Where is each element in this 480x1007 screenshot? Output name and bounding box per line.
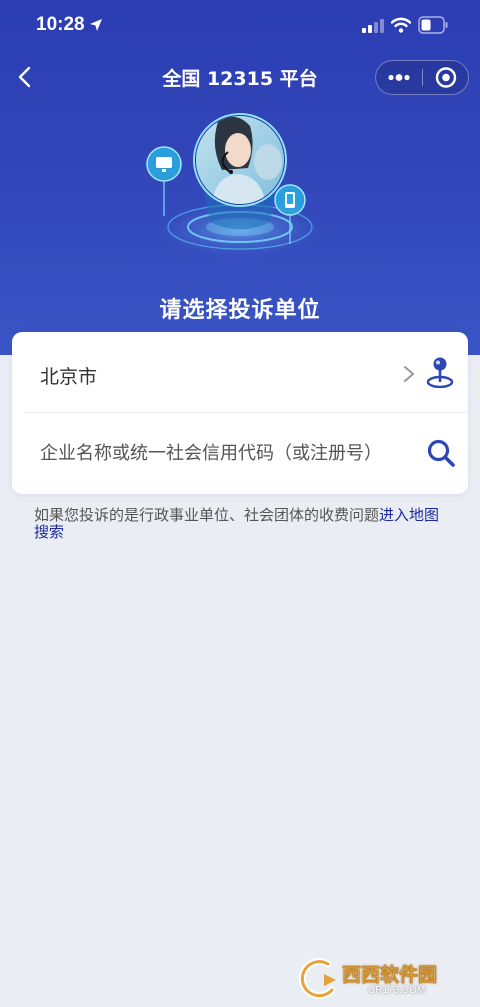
- screen: 10:28 全国 12315 平台 请选择投诉单位 北京市 企业名称或统一社会信…: [0, 0, 480, 1007]
- hero-heading: 请选择投诉单位: [159, 298, 321, 323]
- miniapp-capsule: [375, 60, 469, 95]
- watermark-logo: [298, 958, 336, 1000]
- region-selector[interactable]: 北京市: [12, 332, 468, 412]
- map-pin-icon[interactable]: [426, 356, 454, 388]
- more-button[interactable]: [376, 61, 422, 94]
- complaint-target-card: 北京市: [12, 332, 468, 494]
- signal-icon: [362, 19, 384, 33]
- more-icon: [388, 74, 410, 81]
- search-row: [12, 413, 468, 494]
- watermark-text: 西西软件园: [342, 964, 438, 987]
- watermark-subtext: CR173.COM: [368, 985, 426, 996]
- location-arrow-icon: [90, 19, 102, 31]
- status-bar: 10:28: [0, 0, 480, 50]
- company-search-input[interactable]: [40, 433, 416, 473]
- nav-bar: 全国 12315 平台: [0, 50, 480, 106]
- chevron-right-icon: [404, 366, 414, 382]
- site-watermark: 西西软件园 CR173.COM: [298, 956, 476, 1002]
- battery-icon: [418, 16, 448, 34]
- hero-header: 10:28 全国 12315 平台 请选择投诉单位: [0, 0, 480, 355]
- wifi-icon: [391, 17, 411, 33]
- region-value: 北京市: [40, 366, 98, 388]
- search-icon[interactable]: [426, 438, 456, 468]
- fee-complaint-note: 如果您投诉的是行政事业单位、社会团体的收费问题进入地图搜索: [34, 507, 454, 541]
- close-circle-icon: [435, 67, 457, 88]
- status-time: 10:28: [36, 14, 85, 35]
- note-text: 如果您投诉的是行政事业单位、社会团体的收费问题: [34, 506, 380, 524]
- close-miniapp-button[interactable]: [423, 61, 469, 94]
- customer-service-illustration: [146, 113, 330, 260]
